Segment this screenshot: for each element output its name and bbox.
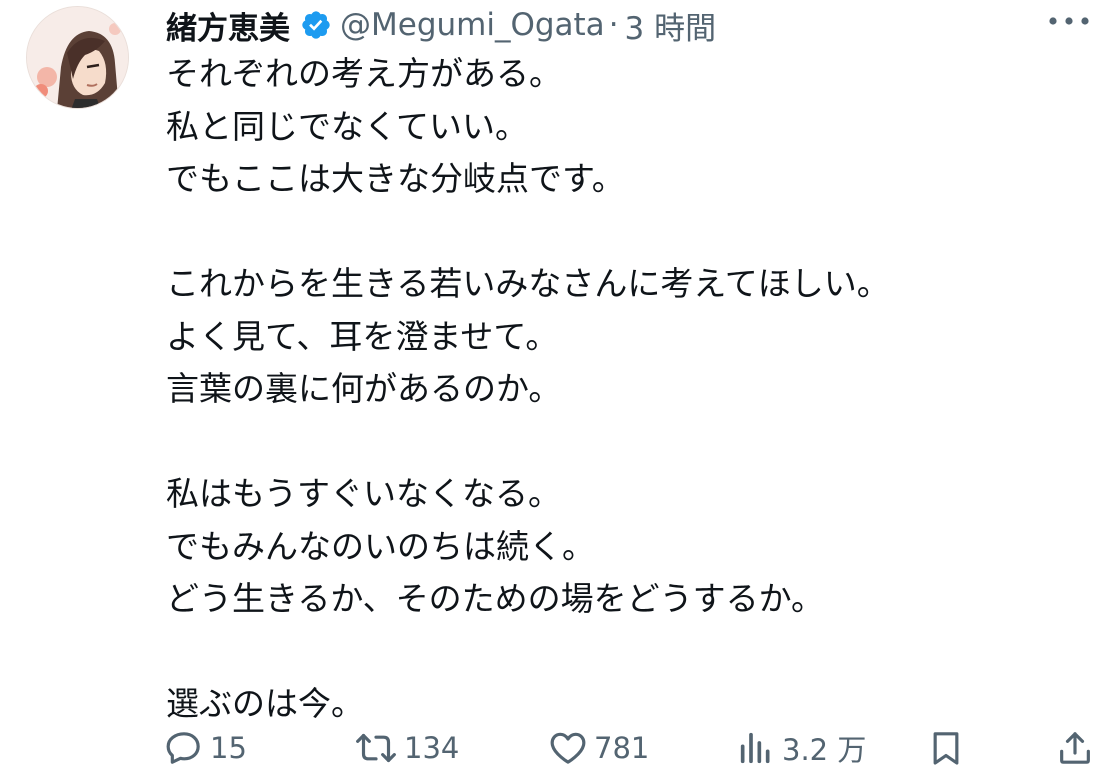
tweet-line: 私はもうすぐいなくなる。 bbox=[166, 474, 562, 513]
like-count: 781 bbox=[594, 731, 650, 765]
reply-icon bbox=[166, 732, 200, 764]
views-count: 3.2 万 bbox=[782, 733, 867, 767]
views-button[interactable]: 3.2 万 bbox=[736, 722, 866, 774]
verified-badge-icon bbox=[300, 9, 332, 41]
retweet-count: 134 bbox=[404, 731, 460, 765]
tweet-line: どう生きるか、そのための場をどうするか。 bbox=[166, 579, 825, 618]
retweet-button[interactable]: 134 bbox=[354, 722, 459, 774]
tweet-line: 言葉の裏に何があるのか。 bbox=[166, 369, 562, 408]
tweet-line: よく見て、耳を澄ませて。 bbox=[166, 316, 559, 356]
views-icon bbox=[740, 732, 770, 764]
avatar-illustration bbox=[27, 7, 128, 108]
like-button[interactable]: 781 bbox=[548, 722, 649, 774]
like-icon bbox=[550, 732, 586, 764]
author-handle[interactable]: @Megumi_Ogata bbox=[340, 7, 605, 43]
tweet-timestamp[interactable]: 3 時間 bbox=[625, 3, 717, 48]
tweet-line: これからを生きる若いみなさんに考えてほしい。 bbox=[166, 264, 890, 303]
retweet-icon bbox=[356, 733, 396, 763]
action-bar: 15 134 781 3.2 万 bbox=[0, 722, 1098, 774]
more-icon[interactable] bbox=[1046, 8, 1092, 34]
header-separator: · bbox=[608, 7, 619, 43]
tweet-line-break bbox=[166, 416, 1066, 469]
share-button[interactable] bbox=[1055, 722, 1095, 774]
avatar[interactable] bbox=[26, 6, 129, 109]
tweet-line-break bbox=[166, 206, 1066, 259]
tweet-text: それぞれの考え方がある。 私と同じでなくていい。 でもここは大きな分岐点です。 … bbox=[166, 48, 1066, 731]
bookmark-icon bbox=[933, 732, 959, 765]
tweet-line: それぞれの考え方がある。 bbox=[166, 54, 562, 93]
reply-count: 15 bbox=[210, 731, 247, 765]
reply-button[interactable]: 15 bbox=[164, 722, 247, 774]
tweet-line: でもここは大きな分岐点です。 bbox=[166, 159, 625, 198]
tweet-line-break bbox=[166, 626, 1066, 679]
bookmark-button[interactable] bbox=[926, 722, 966, 774]
tweet-line: 私と同じでなくていい。 bbox=[166, 106, 529, 146]
tweet-line: でもみんなのいのちは続く。 bbox=[166, 526, 595, 566]
share-icon bbox=[1060, 732, 1090, 764]
author-display-name[interactable]: 緒方恵美 bbox=[166, 3, 290, 48]
tweet-header: 緒方恵美 @Megumi_Ogata · 3 時間 bbox=[166, 2, 716, 48]
tweet: 緒方恵美 @Megumi_Ogata · 3 時間 それぞれの考え方がある。 私… bbox=[0, 0, 1098, 776]
